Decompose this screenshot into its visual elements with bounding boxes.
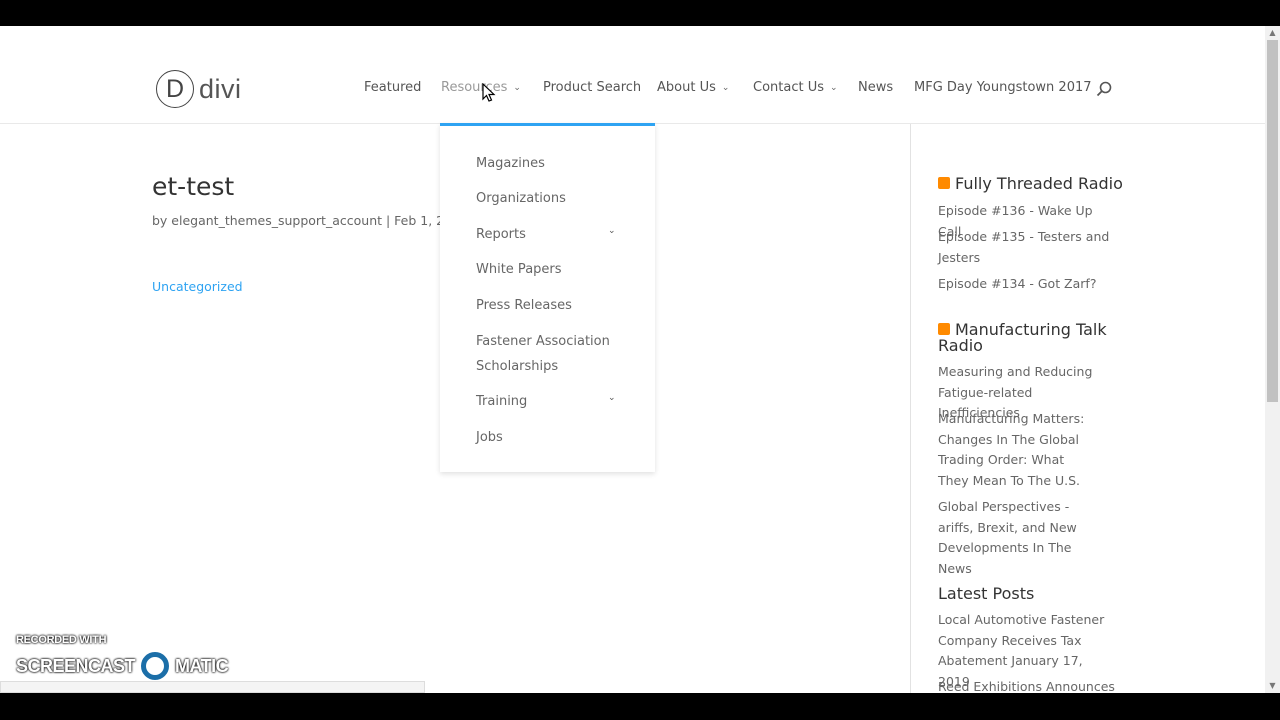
chevron-down-icon: ⌄ (608, 393, 616, 403)
widget-link[interactable]: Episode #134 - Got Zarf? (938, 274, 1118, 295)
dropdown-item-organizations[interactable]: Organizations (476, 186, 626, 211)
widget-link[interactable]: Reed Exhibitions Announces (938, 677, 1118, 693)
widget-link[interactable]: Manufacturing Matters: Changes In The Gl… (938, 409, 1098, 491)
widget-title-manufacturing-talk-radio: Manufacturing Talk Radio (938, 322, 1108, 354)
widget-title-fully-threaded-radio: Fully Threaded Radio (938, 176, 1138, 192)
dropdown-item-magazines[interactable]: Magazines (476, 151, 626, 176)
nav-item-featured[interactable]: Featured (364, 80, 421, 95)
watermark-text-b: MATIC (175, 655, 229, 676)
post-category-link[interactable]: Uncategorized (152, 279, 243, 294)
screencast-watermark: RECORDED WITH SCREENCAST MATIC (16, 634, 229, 680)
site-logo[interactable]: D divi (156, 70, 242, 108)
dropdown-item-training[interactable]: Training (476, 389, 626, 414)
dropdown-item-jobs[interactable]: Jobs (476, 425, 626, 450)
nav-item-product-search[interactable]: Product Search (543, 80, 641, 95)
resources-dropdown: Magazines Organizations Reports ⌄ White … (440, 123, 655, 472)
mouse-cursor-icon (482, 83, 496, 102)
dropdown-item-white-papers[interactable]: White Papers (476, 257, 626, 282)
chevron-down-icon: ⌄ (513, 83, 521, 93)
vertical-scrollbar[interactable]: ▲ ▼ (1265, 26, 1280, 693)
watermark-line1: RECORDED WITH (16, 634, 107, 646)
nav-label: Product Search (543, 80, 642, 95)
nav-label: News (858, 80, 894, 95)
widget-title-latest-posts: Latest Posts (938, 586, 1138, 602)
nav-item-contact-us[interactable]: Contact Us ⌄ (753, 80, 838, 95)
widget-link[interactable]: Global Perspectives - ariffs, Brexit, an… (938, 497, 1108, 579)
scroll-down-arrow-icon[interactable]: ▼ (1265, 679, 1280, 693)
watermark-text-a: SCREENCAST (16, 655, 136, 676)
nav-item-news[interactable]: News (858, 80, 893, 95)
rss-icon[interactable] (938, 176, 950, 189)
nav-label: Featured (364, 80, 422, 95)
scroll-up-arrow-icon[interactable]: ▲ (1265, 26, 1280, 40)
dropdown-item-press-releases[interactable]: Press Releases (476, 293, 626, 318)
nav-item-about-us[interactable]: About Us ⌄ (657, 80, 729, 95)
nav-item-resources[interactable]: Resources ⌄ (441, 80, 521, 95)
watermark-line2: SCREENCAST MATIC (16, 652, 229, 680)
bottom-black-bar (0, 693, 1280, 720)
nav-label: About Us (657, 80, 716, 95)
nav-label: Contact Us (753, 80, 824, 95)
widget-title-text: Latest Posts (938, 584, 1035, 603)
nav-item-mfg-day[interactable]: MFG Day Youngstown 2017 (914, 80, 1092, 95)
logo-text: divi (199, 73, 242, 104)
search-icon[interactable] (1096, 81, 1112, 97)
post-title[interactable]: et-test (152, 172, 234, 201)
widget-title-text[interactable]: Fully Threaded Radio (955, 174, 1123, 193)
scroll-thumb[interactable] (1267, 40, 1278, 402)
nav-label: MFG Day Youngstown 2017 (914, 80, 1092, 95)
chevron-down-icon: ⌄ (608, 226, 616, 236)
sidebar-divider (910, 124, 911, 693)
status-bar (0, 681, 425, 693)
nav-label: Resources (441, 80, 508, 95)
post-meta: by elegant_themes_support_account | Feb … (152, 213, 468, 228)
chevron-down-icon: ⌄ (721, 83, 730, 93)
site-header: D divi Featured Resources ⌄ Product Searc… (0, 26, 1265, 124)
browser-viewport: D divi Featured Resources ⌄ Product Searc… (0, 26, 1280, 693)
top-black-bar (0, 0, 1280, 26)
widget-link[interactable]: Episode #135 - Testers and Jesters (938, 227, 1118, 268)
dropdown-item-fastener-scholarships[interactable]: Fastener Association Scholarships (476, 329, 626, 379)
chevron-down-icon: ⌄ (830, 83, 838, 93)
dropdown-item-reports[interactable]: Reports (476, 222, 626, 247)
screencast-logo-icon (141, 652, 170, 680)
rss-icon[interactable] (938, 322, 950, 335)
widget-title-text[interactable]: Manufacturing Talk Radio (938, 320, 1107, 355)
logo-mark: D (156, 70, 194, 108)
